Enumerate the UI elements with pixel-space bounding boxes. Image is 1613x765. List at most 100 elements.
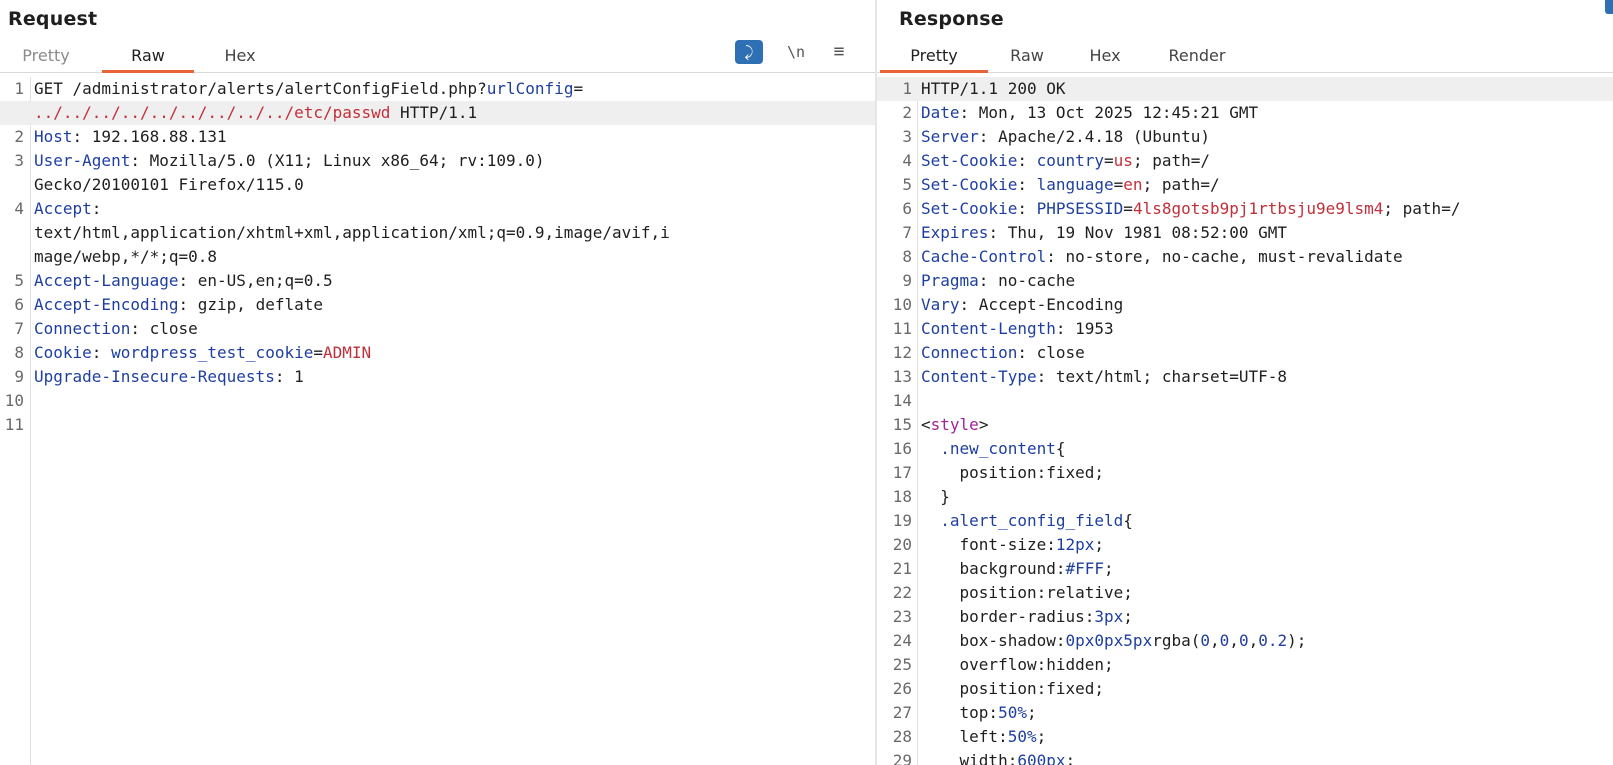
response-lines: 1 HTTP/1.1 200 OK 2 Date: Mon, 13 Oct 2025 … bbox=[877, 77, 1613, 765]
code-line: 20 font-size:12px; bbox=[877, 533, 1613, 557]
code-token: 12px bbox=[1055, 535, 1095, 554]
line-text: border-radius:3px; bbox=[921, 605, 1133, 629]
code-token: .new_content bbox=[940, 439, 1056, 458]
response-editor[interactable]: 1 HTTP/1.1 200 OK 2 Date: Mon, 13 Oct 2025 … bbox=[877, 77, 1613, 765]
code-line: 5 Accept-Language: en-US,en;q=0.5 bbox=[0, 269, 875, 293]
code-token: HTTP/1.1 200 OK bbox=[921, 79, 1066, 98]
code-token: 0.2 bbox=[1258, 631, 1288, 650]
code-token: Content-Length bbox=[921, 319, 1056, 338]
code-line: 13 Content-Type: text/html; charset=UTF-8 bbox=[877, 365, 1613, 389]
code-token: :fixed; bbox=[1036, 463, 1105, 482]
tab-response-raw[interactable]: Raw bbox=[999, 42, 1055, 70]
code-token: ; bbox=[1104, 559, 1114, 578]
code-line: mage/webp,*/*;q=0.8 bbox=[0, 245, 875, 269]
line-text: Set-Cookie: PHPSESSID=4ls8gotsb9pj1rtbsj… bbox=[921, 197, 1460, 221]
code-token: font-size: bbox=[921, 535, 1056, 554]
code-line: 4 Accept: bbox=[0, 197, 875, 221]
line-number: 27 bbox=[892, 703, 912, 722]
code-token: : bbox=[1017, 175, 1037, 194]
request-pane: Request Pretty Raw Hex ⤸ \n ≡ 1 GET /admi… bbox=[0, 0, 875, 765]
tab-request-pretty[interactable]: Pretty bbox=[12, 42, 80, 70]
code-token: ; bbox=[1036, 727, 1047, 746]
request-editor[interactable]: 1 GET /administrator/alerts/alertConfigFi… bbox=[0, 77, 875, 765]
line-text: Connection: close bbox=[921, 341, 1085, 365]
code-token: Connection bbox=[921, 343, 1018, 362]
code-token: Accept-Language bbox=[34, 271, 179, 290]
line-text: } bbox=[921, 485, 950, 509]
code-token: 0 bbox=[1219, 631, 1230, 650]
line-text: position:fixed; bbox=[921, 461, 1105, 485]
code-token: = bbox=[1123, 199, 1133, 218]
line-number: 20 bbox=[892, 535, 912, 554]
line-text: .new_content{ bbox=[921, 437, 1066, 461]
code-token: mage/webp,*/*;q=0.8 bbox=[34, 247, 218, 266]
code-token: 0 bbox=[1238, 631, 1249, 650]
tab-response-render[interactable]: Render bbox=[1159, 42, 1235, 70]
code-token: PHPSESSID bbox=[1036, 199, 1124, 218]
code-line: ../../../../../../../../../etc/passwd HT… bbox=[0, 101, 875, 125]
code-line: 19 .alert_config_field{ bbox=[877, 509, 1613, 533]
code-token: 3px bbox=[1094, 607, 1124, 626]
code-line: Gecko/20100101 Firefox/115.0 bbox=[0, 173, 875, 197]
tab-request-raw[interactable]: Raw bbox=[102, 42, 194, 73]
line-text: Expires: Thu, 19 Nov 1981 08:52:00 GMT bbox=[921, 221, 1287, 245]
code-token: User-Agent bbox=[34, 151, 131, 170]
line-number: 26 bbox=[892, 679, 912, 698]
code-token: Gecko/20100101 Firefox/115.0 bbox=[34, 175, 304, 194]
code-token: Set-Cookie bbox=[921, 199, 1018, 218]
code-token: ); bbox=[1287, 631, 1307, 650]
code-token: ; path=/ bbox=[1142, 175, 1220, 194]
code-token: Cache-Control bbox=[921, 247, 1047, 266]
code-line: 27 top:50%; bbox=[877, 701, 1613, 725]
code-line: 3 Server: Apache/2.4.18 (Ubuntu) bbox=[877, 125, 1613, 149]
code-token: HTTP/1.1 bbox=[390, 103, 478, 122]
code-line: text/html,application/xhtml+xml,applicat… bbox=[0, 221, 875, 245]
line-text: Vary: Accept-Encoding bbox=[921, 293, 1123, 317]
code-line: 9 Upgrade-Insecure-Requests: 1 bbox=[0, 365, 875, 389]
code-line: 1 HTTP/1.1 200 OK bbox=[877, 77, 1613, 101]
code-token: country bbox=[1036, 151, 1105, 170]
tab-response-hex[interactable]: Hex bbox=[1077, 42, 1133, 70]
code-token: Date bbox=[921, 103, 960, 122]
line-number: 13 bbox=[892, 367, 912, 386]
code-line: 5 Set-Cookie: language=en; path=/ bbox=[877, 173, 1613, 197]
line-number: 3 bbox=[902, 127, 912, 146]
menu-icon[interactable]: ≡ bbox=[826, 40, 852, 64]
code-token: ADMIN bbox=[323, 343, 372, 362]
code-token: Set-Cookie bbox=[921, 175, 1018, 194]
line-text: Cookie: wordpress_test_cookie=ADMIN bbox=[34, 341, 371, 365]
code-token: } bbox=[921, 487, 950, 506]
code-token: position:fixed; bbox=[921, 679, 1105, 698]
line-number: 22 bbox=[892, 583, 912, 602]
tab-request-hex[interactable]: Hex bbox=[212, 42, 268, 70]
code-token: , bbox=[1210, 631, 1220, 650]
wrap-lines-icon[interactable]: ⤸ bbox=[735, 40, 763, 64]
line-number: 14 bbox=[892, 391, 912, 410]
code-token: Cookie bbox=[34, 343, 92, 362]
line-text: background:#FFF; bbox=[921, 557, 1114, 581]
line-number: 2 bbox=[902, 103, 912, 122]
line-text: font-size:12px; bbox=[921, 533, 1105, 557]
code-token: Vary bbox=[921, 295, 960, 314]
code-line: 14 bbox=[877, 389, 1613, 413]
line-number: 19 bbox=[892, 511, 912, 530]
line-number: 2 bbox=[14, 127, 24, 146]
response-pane: Response Pretty Raw Hex Render 1 HTTP/1.1… bbox=[877, 0, 1613, 765]
code-token: Connection bbox=[34, 319, 131, 338]
code-token: { bbox=[1055, 439, 1066, 458]
line-text: Date: Mon, 13 Oct 2025 12:45:21 GMT bbox=[921, 101, 1258, 125]
line-text: ../../../../../../../../../etc/passwd HT… bbox=[34, 101, 477, 125]
line-text: Gecko/20100101 Firefox/115.0 bbox=[34, 173, 304, 197]
tab-response-pretty[interactable]: Pretty bbox=[880, 42, 988, 73]
line-number: 8 bbox=[14, 343, 24, 362]
code-token: ; bbox=[1026, 703, 1037, 722]
line-number: 17 bbox=[892, 463, 912, 482]
line-text: Server: Apache/2.4.18 (Ubuntu) bbox=[921, 125, 1210, 149]
line-text: position:fixed; bbox=[921, 677, 1105, 701]
code-token: left: bbox=[921, 727, 1008, 746]
inspector-toggle-icon[interactable] bbox=[1605, 0, 1613, 14]
newline-toggle-icon[interactable]: \n bbox=[780, 40, 812, 64]
code-token: Accept bbox=[34, 199, 92, 218]
line-text: GET /administrator/alerts/alertConfigFie… bbox=[34, 77, 583, 101]
